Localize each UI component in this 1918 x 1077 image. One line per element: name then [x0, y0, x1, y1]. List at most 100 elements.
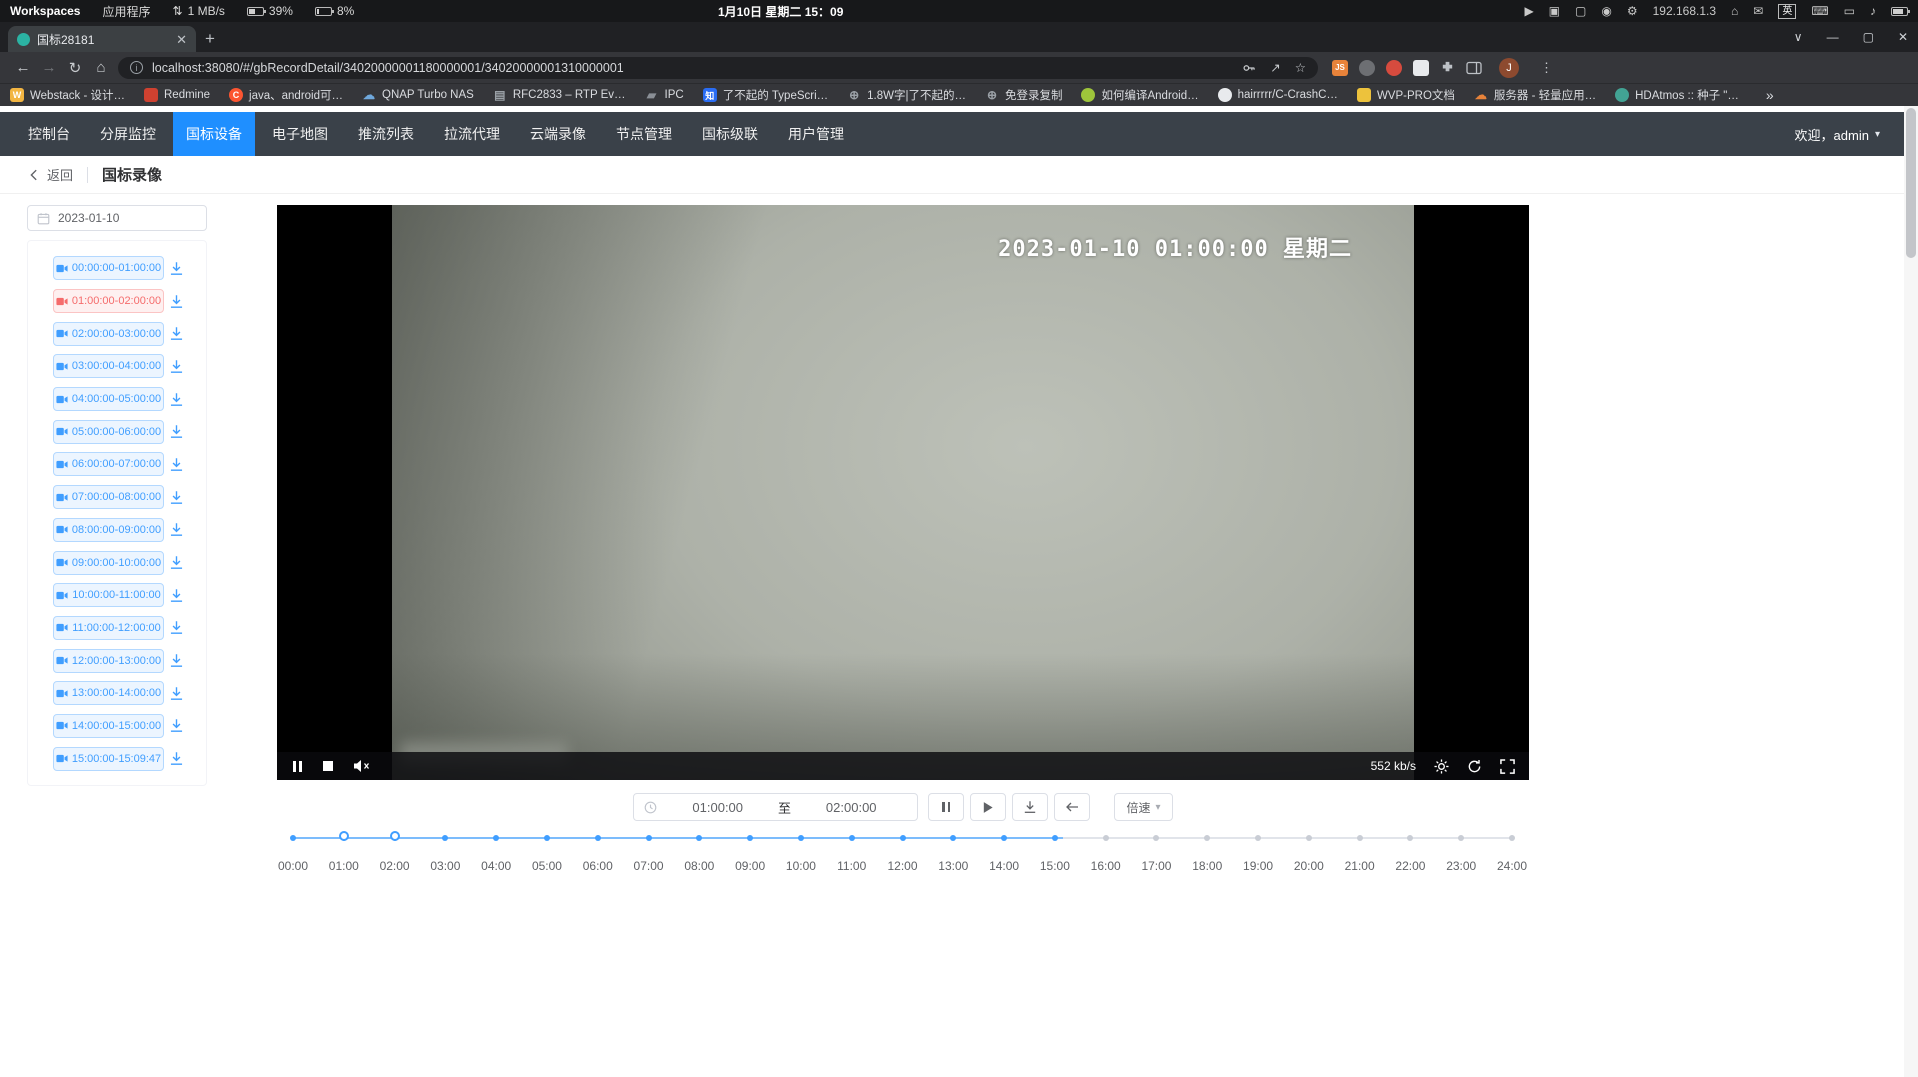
chevron-down-icon[interactable]: ∨	[1794, 30, 1803, 44]
segment-download-button-8[interactable]	[169, 522, 184, 537]
nav-tab-split-screen[interactable]: 分屏监控	[87, 112, 169, 156]
tools-icon[interactable]: ⚙	[1627, 4, 1638, 18]
nav-tab-cloud-record[interactable]: 云端录像	[517, 112, 599, 156]
bookmark-item-webstack[interactable]: WWebstack - 设计…	[10, 87, 125, 103]
media-play-icon[interactable]: ▶	[1524, 4, 1533, 18]
segment-chip-11[interactable]: 11:00:00-12:00:00	[53, 616, 164, 640]
segment-download-button-1[interactable]	[169, 294, 184, 309]
bookmarks-overflow-icon[interactable]: »	[1766, 87, 1774, 103]
timeline-handle[interactable]	[390, 831, 400, 841]
bookmark-item-redmine[interactable]: Redmine	[144, 88, 210, 102]
player-mute-icon[interactable]	[353, 759, 370, 773]
bookmark-star-icon[interactable]: ☆	[1295, 60, 1306, 75]
player-fullscreen-icon[interactable]	[1500, 759, 1515, 774]
play-button[interactable]	[970, 793, 1006, 821]
window-minimize-button[interactable]: —	[1827, 30, 1839, 44]
screenshot-icon[interactable]: ▣	[1549, 4, 1560, 18]
segment-chip-0[interactable]: 00:00:00-01:00:00	[53, 256, 164, 280]
time-range-input[interactable]: 01:00:00 至 02:00:00	[633, 793, 918, 821]
segment-download-button-14[interactable]	[169, 718, 184, 733]
blocker-extension-icon[interactable]	[1386, 60, 1402, 76]
bookmark-item-ipc[interactable]: ▰IPC	[645, 88, 684, 102]
segment-download-button-3[interactable]	[169, 359, 184, 374]
segment-download-button-15[interactable]	[169, 751, 184, 766]
timeline-handle[interactable]	[339, 831, 349, 841]
segment-chip-14[interactable]: 14:00:00-15:00:00	[53, 714, 164, 738]
player-stop-button[interactable]	[323, 761, 333, 771]
address-bar[interactable]: i localhost:38080/#/gbRecordDetail/34020…	[118, 57, 1318, 79]
bookmark-item-hdatmos[interactable]: HDAtmos :: 种子 "…	[1615, 87, 1739, 103]
forward-icon[interactable]: →	[36, 59, 62, 76]
speed-dropdown[interactable]: 倍速 ▾	[1114, 793, 1172, 821]
home-icon[interactable]: ⌂	[1731, 4, 1738, 18]
segment-download-button-7[interactable]	[169, 490, 184, 505]
segment-chip-1[interactable]: 01:00:00-02:00:00	[53, 289, 164, 313]
share-icon[interactable]: ↗	[1270, 60, 1280, 75]
bookmark-item-rfc2833[interactable]: ▤RFC2833 – RTP Ev…	[493, 88, 626, 102]
recorder-icon[interactable]: ◉	[1601, 4, 1611, 18]
bookmark-item-copy-free[interactable]: ⊕免登录复制	[985, 87, 1063, 103]
key-icon[interactable]	[1242, 61, 1256, 75]
segment-chip-3[interactable]: 03:00:00-04:00:00	[53, 354, 164, 378]
nav-tab-user-manage[interactable]: 用户管理	[775, 112, 857, 156]
volume-icon[interactable]: ♪	[1870, 4, 1876, 18]
site-info-icon[interactable]: i	[130, 61, 143, 74]
display-icon[interactable]: ▭	[1844, 4, 1855, 18]
video-frame[interactable]: 2023-01-10 01:00:00 星期二	[392, 205, 1414, 780]
browser-home-icon[interactable]: ⌂	[88, 59, 114, 76]
segment-download-button-13[interactable]	[169, 686, 184, 701]
segment-chip-4[interactable]: 04:00:00-05:00:00	[53, 387, 164, 411]
browser-tab[interactable]: 国标28181 ✕	[8, 26, 196, 52]
side-panel-icon[interactable]	[1466, 61, 1482, 75]
bookmark-item-qnap[interactable]: ☁QNAP Turbo NAS	[362, 88, 474, 102]
segment-chip-15[interactable]: 15:00:00-15:09:47	[53, 747, 164, 771]
back-icon[interactable]: ←	[10, 59, 36, 76]
range-start-time[interactable]: 01:00:00	[661, 800, 774, 815]
bookmark-item-android[interactable]: 如何编译Android…	[1081, 87, 1198, 103]
segment-chip-10[interactable]: 10:00:00-11:00:00	[53, 583, 164, 607]
messages-icon[interactable]: ✉	[1753, 4, 1763, 18]
segment-download-button-5[interactable]	[169, 424, 184, 439]
profile-avatar[interactable]: J	[1499, 58, 1519, 78]
input-language-indicator[interactable]: 英	[1778, 4, 1796, 19]
segment-download-button-4[interactable]	[169, 392, 184, 407]
applications-menu[interactable]: 应用程序	[102, 3, 150, 20]
segment-chip-9[interactable]: 09:00:00-10:00:00	[53, 551, 164, 575]
clipboard-icon[interactable]: ▢	[1575, 4, 1586, 18]
window-close-button[interactable]: ✕	[1898, 30, 1908, 44]
player-pause-button[interactable]	[291, 761, 303, 772]
js-extension-icon[interactable]: JS	[1332, 60, 1348, 76]
segment-download-button-10[interactable]	[169, 588, 184, 603]
nav-tab-gb-cascade[interactable]: 国标级联	[689, 112, 771, 156]
puzzle-extensions-icon[interactable]	[1440, 60, 1455, 75]
scrollbar-thumb[interactable]	[1906, 108, 1916, 258]
nav-tab-pull-proxy[interactable]: 拉流代理	[431, 112, 513, 156]
segment-download-button-2[interactable]	[169, 326, 184, 341]
bookmark-item-github[interactable]: hairrrrr/C-CrashC…	[1218, 88, 1338, 102]
date-picker-input[interactable]: 2023-01-10	[27, 205, 207, 231]
segment-download-button-11[interactable]	[169, 620, 184, 635]
nav-tab-node-manage[interactable]: 节点管理	[603, 112, 685, 156]
bookmark-item-wvp-doc[interactable]: WVP-PRO文档	[1357, 87, 1455, 103]
segment-chip-12[interactable]: 12:00:00-13:00:00	[53, 649, 164, 673]
player-settings-icon[interactable]	[1434, 759, 1449, 774]
nav-tab-console[interactable]: 控制台	[15, 112, 83, 156]
range-end-time[interactable]: 02:00:00	[795, 800, 908, 815]
segment-download-button-9[interactable]	[169, 555, 184, 570]
nav-tab-e-map[interactable]: 电子地图	[259, 112, 341, 156]
segment-chip-6[interactable]: 06:00:00-07:00:00	[53, 452, 164, 476]
bookmark-item-zhihu[interactable]: 知了不起的 TypeScri…	[703, 87, 828, 103]
tab-close-icon[interactable]: ✕	[176, 33, 187, 46]
new-tab-button[interactable]: +	[196, 26, 224, 52]
capture-extension-icon[interactable]	[1413, 60, 1429, 76]
bookmark-item-server[interactable]: ☁服务器 - 轻量应用…	[1474, 87, 1596, 103]
keyboard-icon[interactable]: ⌨	[1811, 4, 1828, 18]
browser-menu-icon[interactable]: ⋮	[1540, 60, 1553, 76]
download-button[interactable]	[1012, 793, 1048, 821]
user-menu[interactable]: 欢迎，admin ▾	[1795, 125, 1904, 144]
window-maximize-button[interactable]: ▢	[1863, 30, 1874, 44]
reload-icon[interactable]: ↻	[62, 59, 88, 77]
segment-chip-8[interactable]: 08:00:00-09:00:00	[53, 518, 164, 542]
bookmark-item-csdn[interactable]: Cjava、android可…	[229, 87, 343, 103]
skip-back-button[interactable]	[1054, 793, 1090, 821]
